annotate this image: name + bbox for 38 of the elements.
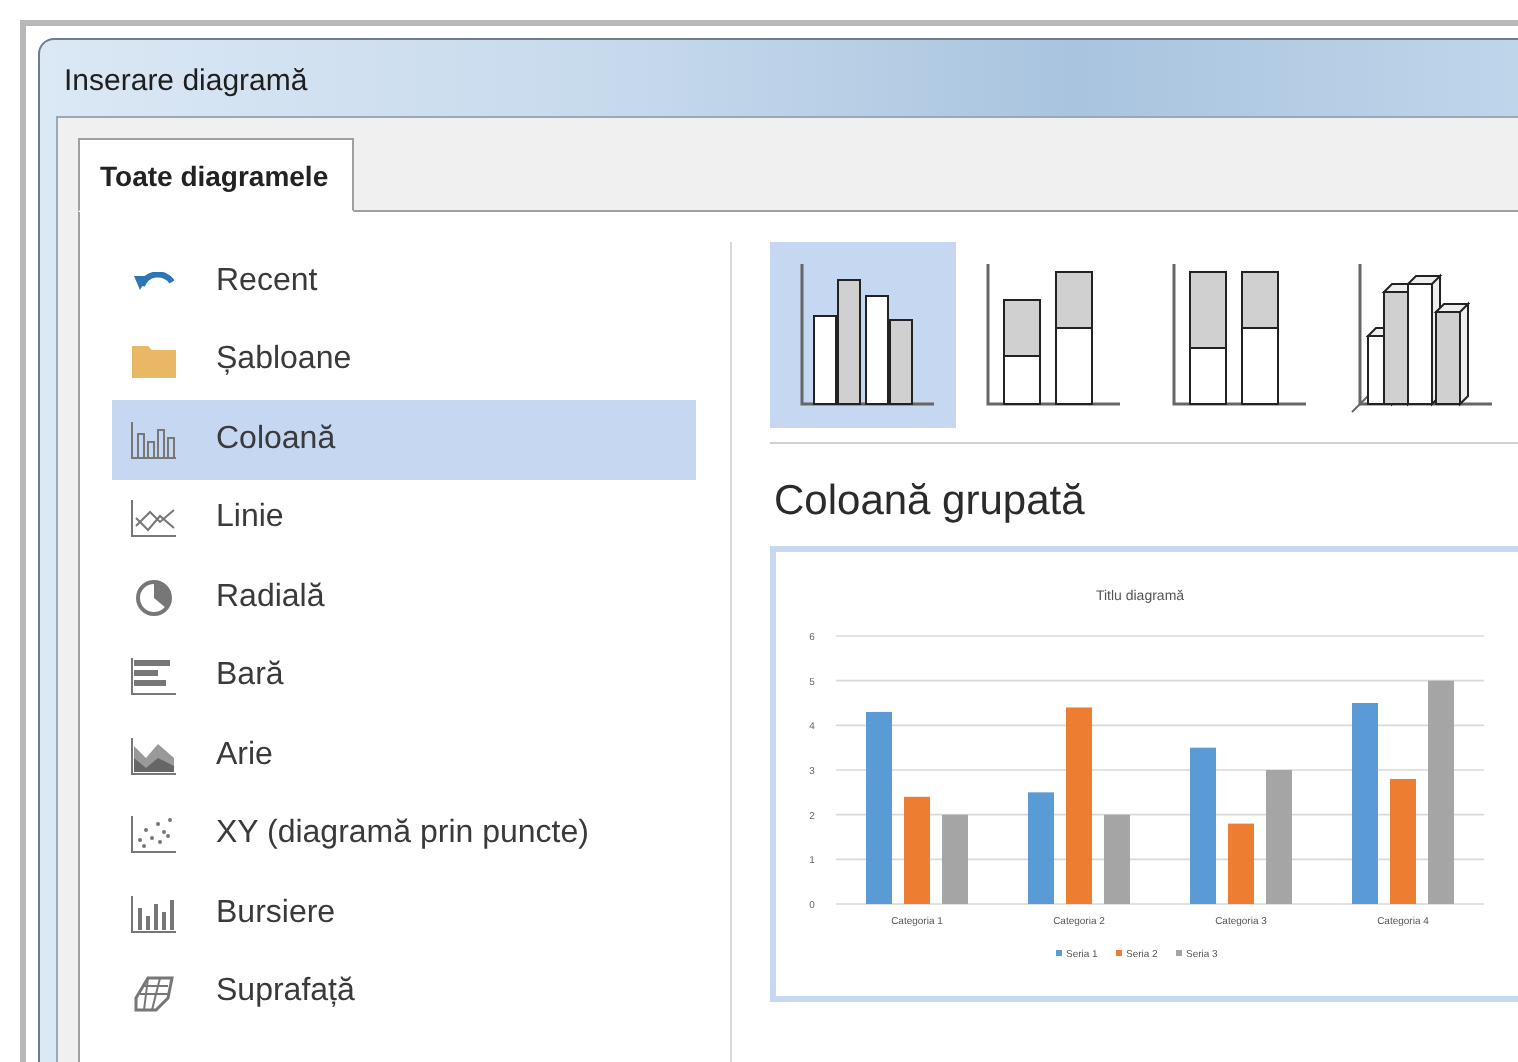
column-chart-icon bbox=[128, 417, 180, 462]
area-chart-icon bbox=[128, 733, 180, 778]
sidebar-item[interactable]: Șabloane bbox=[112, 321, 696, 400]
window-title: Inserare diagramă bbox=[62, 62, 310, 102]
sidebar-item[interactable]: Radială bbox=[112, 558, 696, 637]
tab[interactable]: Toate diagramele bbox=[78, 138, 355, 212]
chart-bar bbox=[1266, 770, 1292, 904]
chart-bar bbox=[1028, 792, 1054, 904]
sidebar-item-label: Șabloane bbox=[216, 342, 352, 379]
stock-chart-icon bbox=[128, 891, 180, 936]
sidebar-item-label: Suprafață bbox=[216, 974, 355, 1011]
scatter-chart-icon bbox=[128, 812, 180, 857]
sidebar-item-label: Coloană bbox=[216, 421, 336, 458]
sidebar-item[interactable]: XY (diagramă prin puncte) bbox=[112, 795, 696, 874]
bar-chart-icon bbox=[128, 654, 180, 699]
sidebar-item[interactable]: Recent bbox=[112, 242, 696, 321]
sidebar-item-label: Bară bbox=[216, 658, 284, 695]
sidebar-item[interactable]: Suprafață bbox=[112, 953, 696, 1032]
chart-bar bbox=[1228, 823, 1254, 904]
chart-bar bbox=[942, 814, 968, 904]
sidebar-item-label: Arie bbox=[216, 737, 273, 774]
chart-bar bbox=[1390, 778, 1416, 904]
chart-bar bbox=[904, 796, 930, 904]
sidebar-item-label: Recent bbox=[216, 263, 318, 300]
chart-type-button[interactable] bbox=[770, 242, 956, 428]
line-chart-icon bbox=[128, 496, 180, 541]
sidebar-item-label: Linie bbox=[216, 500, 284, 537]
undo-icon bbox=[134, 271, 174, 292]
sidebar-item[interactable]: Arie bbox=[112, 716, 696, 795]
sidebar-item-label: XY (diagramă prin puncte) bbox=[216, 816, 589, 853]
sidebar-item[interactable]: Bară bbox=[112, 637, 696, 716]
sidebar-item[interactable]: Coloană bbox=[112, 400, 696, 479]
sidebar-item[interactable]: Bursiere bbox=[112, 874, 696, 953]
chart-type-heading: Coloană grupată bbox=[772, 476, 1087, 528]
sidebar-item-label: Bursiere bbox=[216, 895, 336, 932]
sidebar-item[interactable]: Linie bbox=[112, 479, 696, 558]
sidebar-item-label: Radială bbox=[216, 579, 325, 616]
chart-bar bbox=[1104, 814, 1130, 904]
